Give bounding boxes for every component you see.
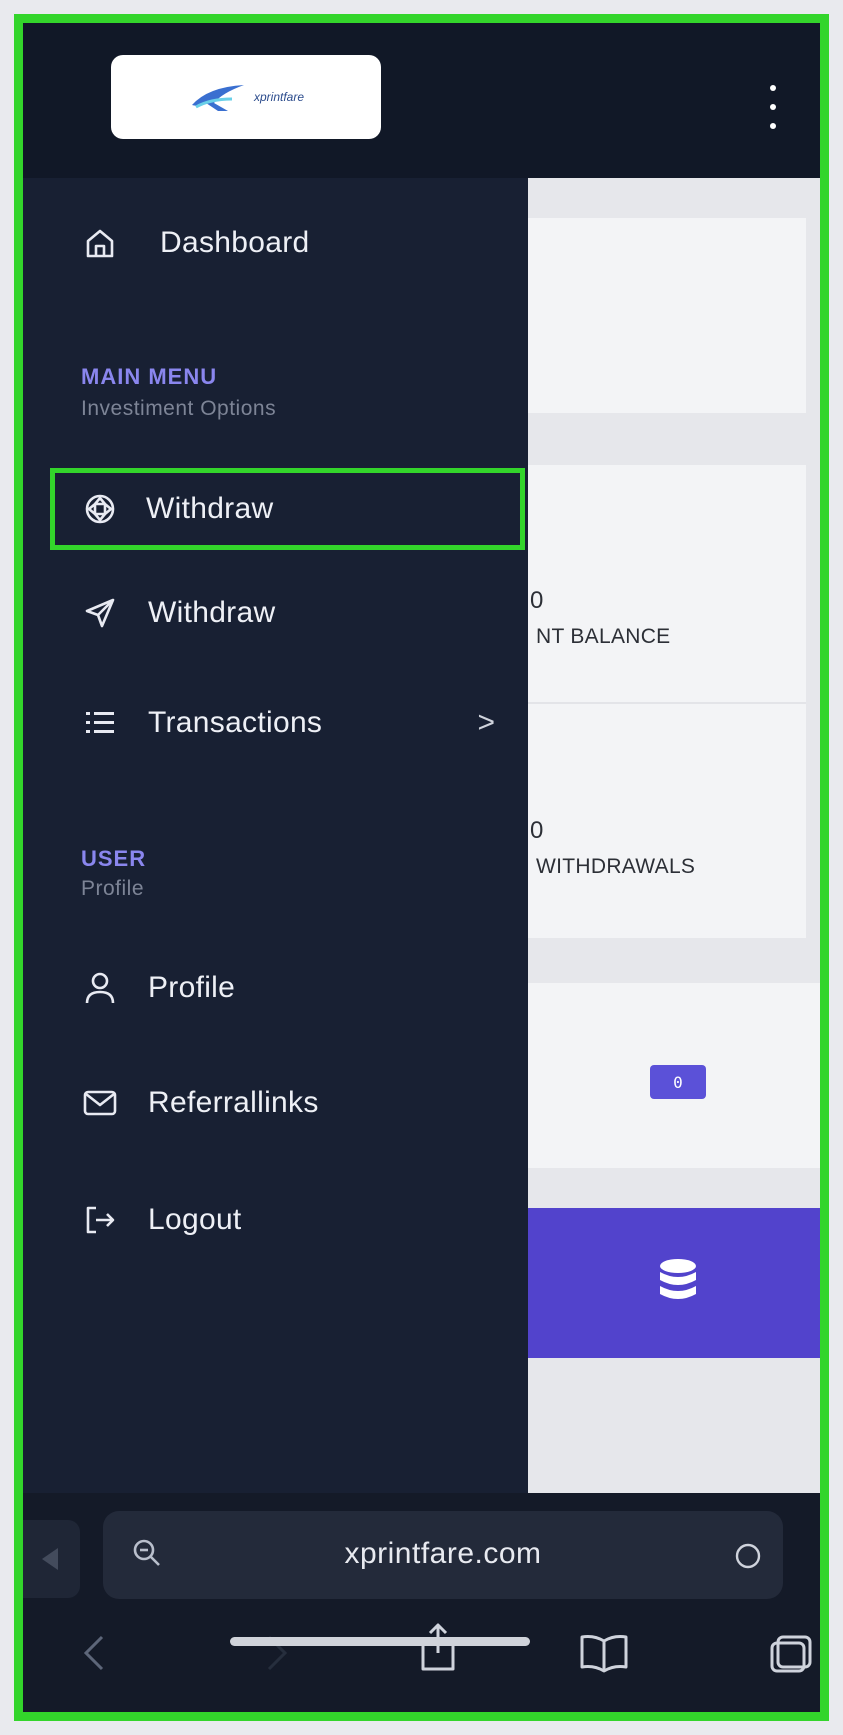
sidebar-item-withdraw[interactable]: Withdraw xyxy=(50,468,525,550)
browser-toolbar: xprintfare.com xyxy=(23,1493,820,1712)
sidebar-item-label: Dashboard xyxy=(160,226,310,259)
accent-card xyxy=(528,1208,820,1358)
bookmarks-icon[interactable] xyxy=(578,1633,630,1678)
sidebar-item-withdraw-send[interactable]: Withdraw xyxy=(50,576,525,650)
sidebar-item-label: Referrallinks xyxy=(148,1086,319,1119)
section-subtitle-user: Profile xyxy=(81,877,145,900)
list-icon xyxy=(80,703,120,743)
url-text: xprintfare.com xyxy=(344,1537,542,1570)
app-logo[interactable]: xprintfare xyxy=(111,55,381,139)
database-icon xyxy=(660,1259,696,1299)
logo-wordmark: xprintfare xyxy=(253,90,305,104)
address-bar[interactable]: xprintfare.com xyxy=(103,1511,783,1599)
triangle-left-icon xyxy=(42,1548,58,1570)
logout-icon xyxy=(80,1200,120,1240)
screenshot-frame: xprintfare 0 NT BALANCE 0 WITHDRAWALS 0 xyxy=(0,0,843,1735)
back-icon[interactable] xyxy=(78,1633,108,1678)
section-title-user: USER xyxy=(81,846,147,871)
tabs-icon[interactable] xyxy=(768,1633,814,1680)
section-title-main-menu: MAIN MENU xyxy=(81,364,218,389)
user-icon xyxy=(80,968,120,1008)
stats-card: 0 NT BALANCE 0 WITHDRAWALS xyxy=(528,465,806,938)
send-icon xyxy=(80,593,120,633)
balance-value: 0 xyxy=(530,587,544,614)
mail-icon xyxy=(80,1083,120,1123)
home-indicator xyxy=(230,1637,530,1646)
reload-icon[interactable] xyxy=(733,1541,763,1576)
sidebar-item-label: Transactions xyxy=(148,706,323,739)
chevron-right-icon: > xyxy=(477,706,495,739)
withdrawals-label: WITHDRAWALS xyxy=(536,855,696,878)
plane-logo-icon xyxy=(191,85,244,111)
section-subtitle-main-menu: Investiment Options xyxy=(81,397,277,420)
sidebar-item-profile[interactable]: Profile xyxy=(50,951,525,1025)
card-divider xyxy=(528,702,806,704)
sidebar-item-label: Logout xyxy=(148,1203,242,1236)
balance-label: NT BALANCE xyxy=(536,625,671,648)
dashboard-card xyxy=(528,218,806,413)
previous-tab-stub[interactable] xyxy=(23,1520,80,1598)
sidebar-item-label: Withdraw xyxy=(146,492,274,525)
cash-icon: 0 xyxy=(650,1065,706,1099)
sidebar-item-label: Profile xyxy=(148,971,236,1004)
share-icon[interactable] xyxy=(418,1621,458,1678)
kebab-icon[interactable] xyxy=(763,85,783,129)
sidebar-drawer: Dashboard MAIN MENU Investiment Options … xyxy=(23,178,528,1493)
cash-card: 0 xyxy=(528,983,820,1168)
sidebar-item-dashboard[interactable]: Dashboard xyxy=(50,206,525,280)
sidebar-item-logout[interactable]: Logout xyxy=(50,1183,525,1257)
sidebar-item-label: Withdraw xyxy=(148,596,276,629)
sidebar-item-transactions[interactable]: Transactions > xyxy=(50,686,525,760)
withdrawals-value: 0 xyxy=(530,817,544,844)
app-header: xprintfare xyxy=(23,23,820,178)
sidebar-item-referrallinks[interactable]: Referrallinks xyxy=(50,1066,525,1140)
home-icon xyxy=(80,223,120,263)
crosshair-icon xyxy=(80,489,120,529)
phone-screen: xprintfare 0 NT BALANCE 0 WITHDRAWALS 0 xyxy=(23,23,820,1712)
